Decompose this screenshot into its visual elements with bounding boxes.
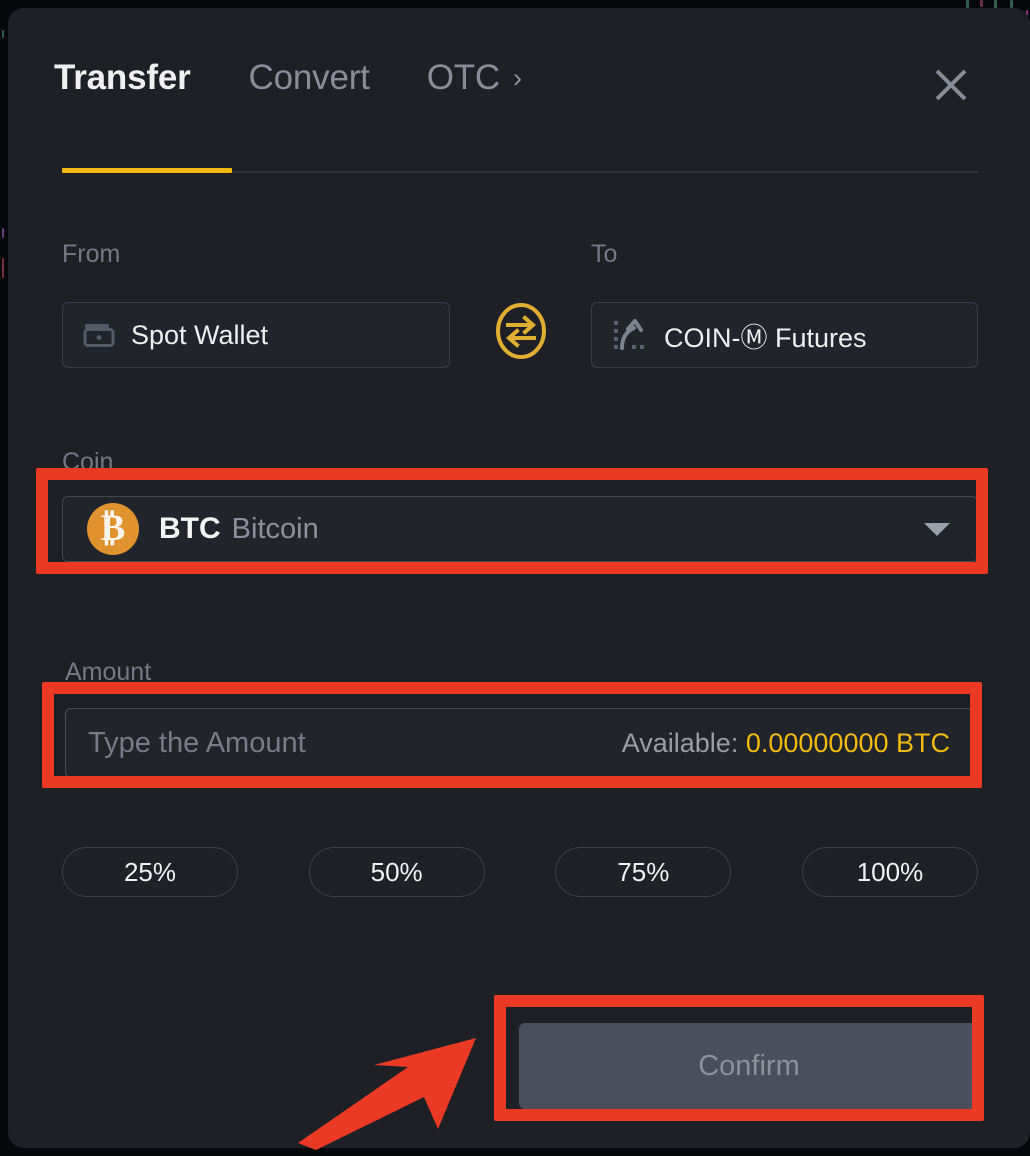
coin-name: Bitcoin [231,512,319,545]
tab-transfer[interactable]: Transfer [54,58,191,98]
tab-underline-active [62,168,232,173]
from-wallet-label: Spot Wallet [131,319,269,350]
coin-selector[interactable]: ₿ BTC Bitcoin [62,496,978,562]
percent-button-50[interactable]: 50% [308,847,485,897]
available-value: 0.00000000 BTC [745,727,950,758]
amount-input-wrapper[interactable]: Available: 0.00000000 BTC [65,708,973,778]
backdrop-candle [980,0,983,7]
available-label: Available: [621,727,739,758]
to-label: To [591,240,618,268]
backdrop-line [2,30,4,38]
close-icon[interactable] [924,58,978,112]
backdrop-line [2,258,4,278]
percent-button-100[interactable]: 100% [801,847,978,897]
backdrop-candle [1010,0,1013,8]
from-wallet-select[interactable]: Spot Wallet [62,302,450,368]
amount-input[interactable] [86,725,622,761]
swap-arrows-icon[interactable] [495,302,547,360]
chevron-right-icon: › [512,63,522,93]
percent-button-75[interactable]: 75% [555,847,732,897]
percent-button-row: 25% 50% 75% 100% [62,847,978,897]
confirm-button[interactable]: Confirm [519,1023,979,1109]
btc-coin-icon: ₿ [87,503,139,555]
chevron-down-icon[interactable] [924,522,950,536]
coin-label: Coin [62,448,114,476]
percent-button-25[interactable]: 25% [62,847,238,897]
futures-chart-icon [612,318,648,352]
amount-label: Amount [65,658,152,686]
tab-otc[interactable]: OTC › [427,58,522,98]
transfer-dialog: Transfer Convert OTC › From Spot Wallet [8,8,1030,1148]
dialog-tabs: Transfer Convert OTC › [54,58,522,98]
from-label: From [62,240,121,268]
coin-symbol: BTC [159,512,221,545]
available-balance: Available: 0.00000000 BTC [622,728,950,759]
to-wallet-label: COIN-Ⓜ Futures [664,322,867,353]
tab-otc-label: OTC [426,58,500,97]
to-wallet-select[interactable]: COIN-Ⓜ Futures [591,302,978,368]
wallet-icon [83,321,115,349]
backdrop-line [2,228,4,238]
tab-convert[interactable]: Convert [249,58,370,98]
